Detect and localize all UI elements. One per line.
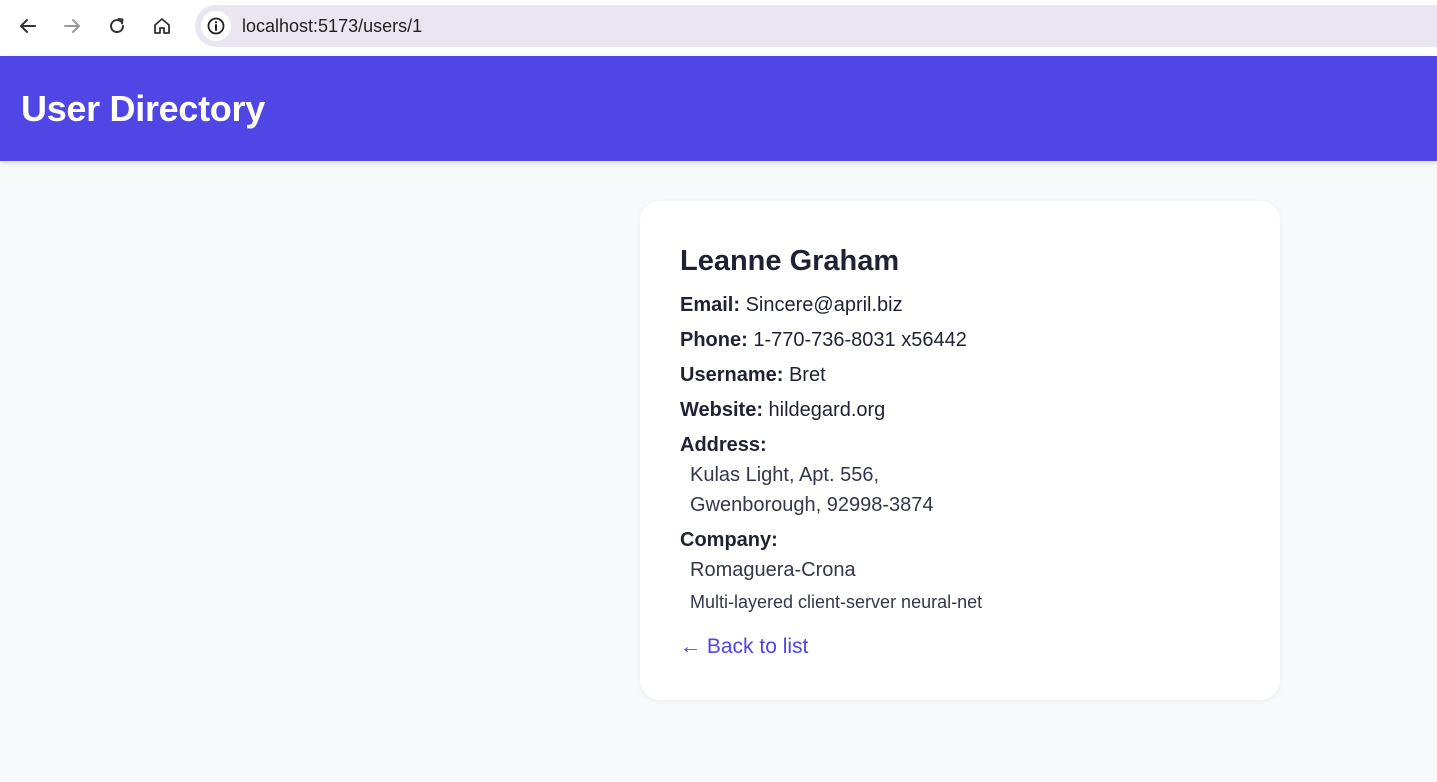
company-row: Company:	[680, 529, 778, 552]
website-row: Website: hildegard.org	[680, 399, 885, 422]
address-line-2: Gwenborough, 92998-3874	[690, 494, 934, 516]
app-title: User Directory	[21, 88, 265, 129]
arrow-right-icon	[64, 19, 80, 33]
reload-icon	[110, 18, 125, 34]
email-label: Email:	[680, 294, 741, 316]
back-button[interactable]	[11, 8, 45, 44]
back-to-list-link[interactable]: ← Back to list	[680, 635, 808, 659]
address-line-1: Kulas Light, Apt. 556,	[690, 464, 880, 486]
company-name: Romaguera-Crona	[690, 559, 856, 581]
phone-row: Phone: 1-770-736-8031 x56442	[680, 329, 967, 352]
website-value: hildegard.org	[768, 399, 886, 421]
info-icon[interactable]	[201, 11, 231, 41]
address-row: Address:	[680, 434, 767, 457]
email-row: Email: Sincere@april.biz	[680, 294, 903, 317]
url-text[interactable]: localhost:5173/users/1	[242, 16, 422, 37]
app-header: User Directory	[0, 56, 1437, 161]
reload-button[interactable]	[100, 8, 134, 44]
address-bar[interactable]: localhost:5173/users/1	[195, 5, 1437, 47]
email-value: Sincere@april.biz	[745, 294, 903, 316]
phone-value: 1-770-736-8031 x56442	[753, 329, 967, 351]
arrow-left-icon	[20, 19, 36, 33]
home-icon	[154, 18, 170, 34]
address-label: Address:	[680, 434, 767, 456]
website-label: Website:	[680, 399, 763, 421]
user-detail-card: Leanne Graham Email: Sincere@april.biz P…	[640, 201, 1280, 700]
company-catchphrase: Multi-layered client-server neural-net	[690, 592, 983, 612]
browser-toolbar: localhost:5173/users/1	[0, 0, 1437, 56]
username-value: Bret	[788, 364, 826, 386]
user-name: Leanne Graham	[680, 245, 900, 277]
company-label: Company:	[680, 529, 778, 551]
forward-button[interactable]	[55, 8, 89, 44]
username-label: Username:	[680, 364, 784, 386]
phone-label: Phone:	[680, 329, 748, 351]
home-button[interactable]	[145, 8, 179, 44]
username-row: Username: Bret	[680, 364, 826, 387]
